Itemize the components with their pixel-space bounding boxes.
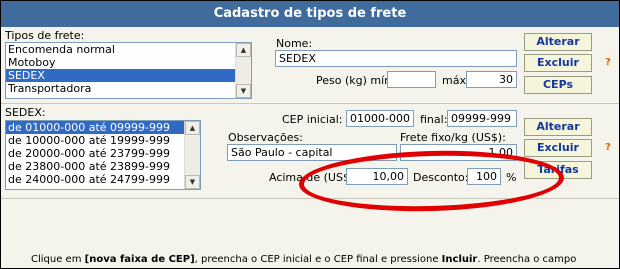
- alterar-faixa-button[interactable]: Alterar: [524, 118, 592, 136]
- nome-label: Nome:: [276, 37, 313, 50]
- final-label: final:: [420, 113, 448, 126]
- scroll-down-icon[interactable]: ▼: [185, 175, 200, 189]
- faixas-listbox[interactable]: de 01000-000 até 09999-999 de 10000-000 …: [5, 120, 201, 190]
- cep-inicial-label: CEP inicial:: [282, 113, 343, 126]
- excluir-faixa-button[interactable]: Excluir: [524, 139, 592, 157]
- instructions-part: . Preencha o campo: [477, 254, 577, 265]
- faixas-list-label: SEDEX:: [5, 106, 46, 119]
- list-item[interactable]: de 24000-000 até 24799-999: [6, 173, 200, 186]
- cep-inicial-input[interactable]: 01000-000: [346, 110, 414, 127]
- scrollbar[interactable]: ▲ ▼: [235, 43, 251, 98]
- list-item[interactable]: Encomenda normal: [6, 43, 251, 56]
- ceps-button[interactable]: CEPs: [524, 76, 592, 94]
- list-item[interactable]: de 10000-000 até 19999-999: [6, 134, 200, 147]
- frete-listbox[interactable]: Encomenda normal Motoboy SEDEX Transport…: [5, 42, 252, 99]
- help-icon[interactable]: ?: [602, 57, 614, 69]
- list-item-selected[interactable]: SEDEX: [6, 69, 251, 82]
- page-title: Cadastro de tipos de frete: [1, 1, 619, 27]
- help-icon[interactable]: ?: [602, 142, 614, 154]
- frete-panel: Tipos de frete: Encomenda normal Motoboy…: [1, 27, 619, 104]
- peso-min-label: Peso (kg) mín:: [316, 74, 395, 87]
- list-item[interactable]: de 20000-000 até 23799-999: [6, 147, 200, 160]
- instructions-bold: Incluir: [441, 254, 478, 265]
- list-item[interactable]: Motoboy: [6, 56, 251, 69]
- scroll-down-icon[interactable]: ▼: [236, 84, 251, 98]
- list-item-selected[interactable]: de 01000-000 até 09999-999: [6, 121, 200, 134]
- window: Cadastro de tipos de frete Tipos de fret…: [0, 0, 620, 269]
- instructions-bold: [nova faixa de CEP]: [84, 254, 195, 265]
- list-item[interactable]: de 23800-000 até 23899-999: [6, 160, 200, 173]
- frete-list-label: Tipos de frete:: [5, 29, 85, 42]
- instructions-part: Clique em: [31, 254, 85, 265]
- frete-fixo-label: Frete fixo/kg (US$):: [400, 131, 506, 144]
- scroll-up-icon[interactable]: ▲: [185, 121, 200, 135]
- alterar-button[interactable]: Alterar: [524, 33, 592, 51]
- scrollbar[interactable]: ▲ ▼: [184, 121, 200, 189]
- observacoes-label: Observações:: [228, 131, 303, 144]
- scroll-up-icon[interactable]: ▲: [236, 43, 251, 57]
- peso-min-input[interactable]: [387, 71, 436, 88]
- instructions-part: , preencha o CEP inicial e o CEP final e…: [194, 254, 442, 265]
- peso-max-input[interactable]: 30: [466, 71, 517, 88]
- final-input[interactable]: 09999-999: [447, 110, 517, 127]
- list-item[interactable]: Transportadora: [6, 82, 251, 95]
- nome-input[interactable]: SEDEX: [275, 50, 517, 67]
- instructions-text: Clique em [nova faixa de CEP], preencha …: [31, 253, 601, 267]
- excluir-button[interactable]: Excluir: [524, 54, 592, 72]
